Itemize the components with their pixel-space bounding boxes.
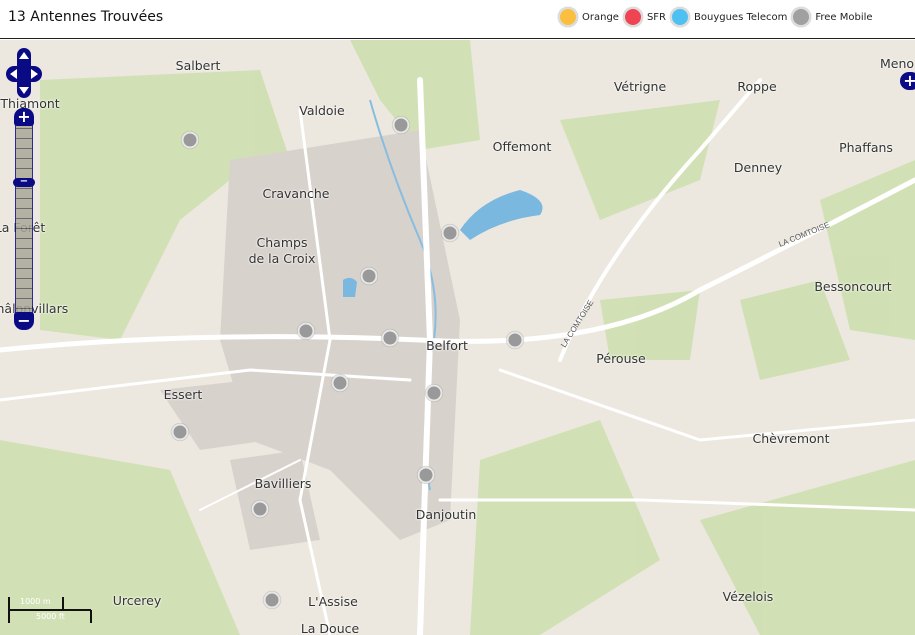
antenna-marker-free[interactable]	[381, 329, 399, 347]
page-title: 13 Antennes Trouvées	[8, 9, 164, 25]
place-label: Pérouse	[596, 351, 646, 366]
place-label: Denney	[733, 160, 783, 175]
place-label: Danjoutin	[415, 507, 477, 522]
place-label: Vétrigne	[613, 79, 667, 94]
zoom-slider[interactable]	[15, 118, 33, 323]
antenna-marker-free[interactable]	[417, 466, 435, 484]
legend-free[interactable]: Free Mobile	[791, 7, 873, 27]
place-label: Bessoncourt	[814, 279, 892, 294]
bouygues-marker-icon	[670, 7, 691, 27]
antenna-marker-free[interactable]	[441, 224, 459, 242]
antenna-marker-free[interactable]	[425, 384, 443, 402]
place-label: Essert	[163, 387, 203, 402]
antenna-marker-free[interactable]	[392, 116, 410, 134]
zoom-in-button[interactable]: +	[14, 108, 34, 126]
scale-imperial: 5000 ft	[36, 612, 65, 621]
zoom-out-button[interactable]: −	[14, 312, 34, 330]
legend-orange[interactable]: Orange	[558, 7, 619, 27]
place-label: La Douce	[300, 621, 360, 635]
antenna-marker-free[interactable]	[331, 374, 349, 392]
road-label: LA COMTOISE	[777, 220, 831, 249]
antenna-marker-free[interactable]	[263, 591, 281, 609]
layer-switcher-button[interactable]: +	[900, 72, 915, 90]
place-label: Vézelois	[722, 589, 774, 604]
place-label: Urcerey	[112, 593, 162, 608]
antenna-marker-free[interactable]	[506, 331, 524, 349]
place-label: Offemont	[492, 139, 552, 154]
place-label: Meno	[879, 56, 915, 71]
antenna-marker-free[interactable]	[171, 423, 189, 441]
map[interactable]: LA COMTOISE LA COMTOISE Salbert Valdoie …	[0, 40, 915, 635]
place-label: Chèvremont	[752, 431, 830, 446]
legend-bouygues[interactable]: Bouygues Telecom	[670, 7, 787, 27]
header: 13 Antennes Trouvées Orange SFR Bouygues…	[0, 0, 915, 39]
place-label: Bavilliers	[254, 476, 312, 491]
place-label: Phaffans	[839, 140, 893, 155]
sfr-marker-icon	[622, 7, 643, 27]
antenna-marker-free[interactable]	[251, 500, 269, 518]
legend-label: Free Mobile	[815, 11, 873, 23]
place-label: Roppe	[737, 79, 777, 94]
scale-bar: 1000 m 5000 ft	[8, 595, 93, 625]
legend-label: Orange	[582, 11, 619, 23]
legend-label: Bouygues Telecom	[694, 11, 788, 23]
place-label: Belfort	[426, 338, 468, 353]
zoom-slider-handle[interactable]: −	[13, 177, 35, 187]
legend-label: SFR	[646, 11, 667, 23]
free-marker-icon	[791, 7, 812, 27]
place-label: Champs	[256, 235, 308, 250]
place-label: L'Assise	[308, 594, 358, 609]
antenna-marker-free[interactable]	[297, 322, 315, 340]
antenna-marker-free[interactable]	[360, 267, 378, 285]
antenna-marker-free[interactable]	[181, 131, 199, 149]
operator-legend: Orange SFR Bouygues Telecom Free Mobile	[558, 7, 877, 27]
place-label: Châlonvillars	[0, 301, 69, 316]
road-label: LA COMTOISE	[559, 298, 595, 349]
place-label: Cravanche	[262, 186, 330, 201]
place-label: Valdoie	[299, 103, 345, 118]
pan-control[interactable]	[6, 48, 42, 98]
scale-metric: 1000 m	[20, 597, 51, 606]
place-label: de la Croix	[248, 251, 316, 266]
place-label: Salbert	[175, 58, 221, 73]
legend-sfr[interactable]: SFR	[622, 7, 667, 27]
orange-marker-icon	[558, 7, 578, 27]
